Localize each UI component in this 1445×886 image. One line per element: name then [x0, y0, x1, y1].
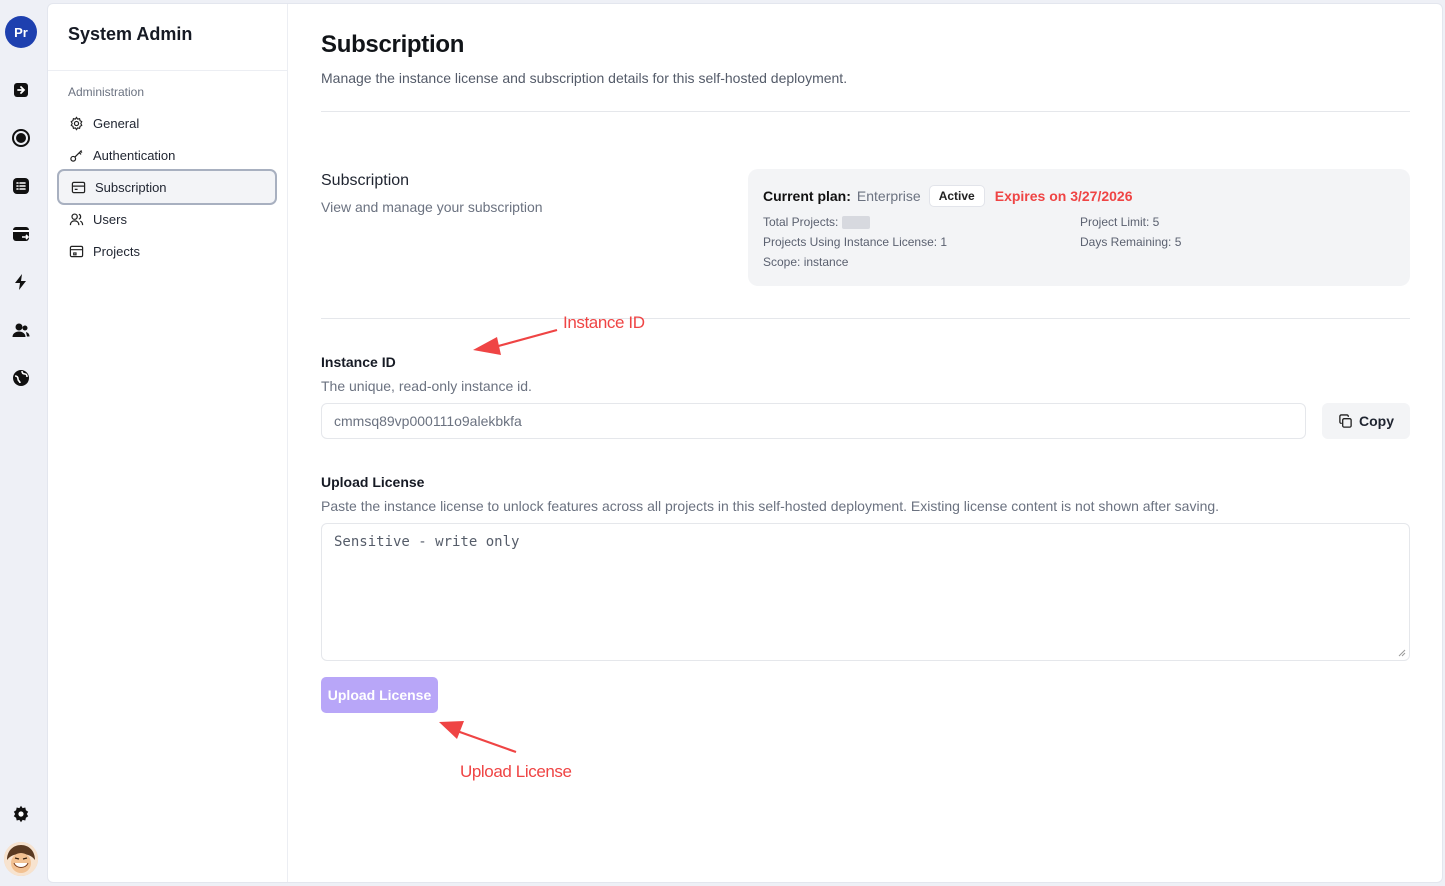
- sidebar-title: System Admin: [68, 24, 193, 44]
- sidebar-item-authentication[interactable]: Authentication: [57, 137, 277, 173]
- sidebar-item-label: Authentication: [93, 147, 176, 163]
- arrow-upload-license-icon: [439, 721, 517, 754]
- subscription-section-description: View and manage your subscription: [321, 199, 543, 215]
- sidebar-item-label: Subscription: [95, 179, 167, 195]
- instance-id-description: The unique, read-only instance id.: [321, 378, 532, 394]
- export-icon[interactable]: [9, 222, 33, 246]
- page-title: Subscription: [321, 31, 465, 58]
- instance-id-field[interactable]: cmmsq89vp000111o9alekbkfa: [321, 403, 1306, 439]
- instance-id-value: cmmsq89vp000111o9alekbkfa: [334, 413, 522, 429]
- bolt-icon[interactable]: [9, 270, 33, 294]
- app-rail: Pr: [0, 0, 47, 886]
- sidebar-item-label: Users: [93, 211, 127, 227]
- divider: [321, 111, 1410, 112]
- sidebar-item-label: Projects: [93, 243, 140, 259]
- status-badge: Active: [928, 185, 985, 207]
- upload-license-description: Paste the instance license to unlock fea…: [321, 498, 1220, 514]
- sidebar-item-label: General: [93, 115, 140, 131]
- sidebar-item-subscription[interactable]: Subscription: [57, 169, 277, 205]
- page-description: Manage the instance license and subscrip…: [321, 70, 848, 86]
- sidebar-item-general[interactable]: General: [57, 105, 277, 141]
- globe-icon[interactable]: [9, 366, 33, 390]
- redacted-value: [841, 216, 870, 230]
- divider: [321, 318, 1410, 319]
- sidebar-section-label: Administration: [68, 85, 145, 99]
- copy-button[interactable]: Copy: [1322, 403, 1410, 439]
- plan-row: Current plan: Enterprise Active Expires …: [763, 185, 1133, 207]
- card-icon: [71, 181, 86, 193]
- admin-sidebar: System Admin Administration General Auth…: [48, 4, 288, 882]
- annotation-arrows: [439, 328, 558, 754]
- license-placeholder: Sensitive - write only: [334, 534, 520, 550]
- key-icon: [70, 149, 83, 162]
- instance-id-label: Instance ID: [321, 354, 396, 370]
- resize-handle-icon[interactable]: [1398, 649, 1406, 657]
- total-projects-label: Total Projects:: [763, 215, 839, 229]
- plan-card: Current plan: Enterprise Active Expires …: [748, 169, 1410, 286]
- license-textarea[interactable]: Sensitive - write only: [321, 523, 1410, 661]
- total-projects-stat: Total Projects:: [763, 215, 870, 230]
- users-icon: [69, 212, 84, 225]
- upload-license-button[interactable]: Upload License: [321, 677, 438, 713]
- copy-icon: [1339, 413, 1352, 428]
- import-icon[interactable]: [9, 78, 33, 102]
- expiry-text: Expires on 3/27/2026: [994, 188, 1133, 204]
- annotation-instance-id: Instance ID: [563, 313, 645, 332]
- folder-icon: [69, 245, 84, 257]
- annotation-upload-license: Upload License: [460, 762, 572, 781]
- arrow-instance-id-icon: [473, 328, 558, 355]
- days-remaining-stat: Days Remaining: 5: [1080, 235, 1182, 249]
- list-icon[interactable]: [9, 174, 33, 198]
- project-limit-stat: Project Limit: 5: [1080, 215, 1160, 229]
- sidebar-item-projects[interactable]: Projects: [57, 233, 277, 269]
- workspace-avatar[interactable]: Pr: [5, 16, 37, 48]
- gear-icon: [70, 115, 83, 131]
- record-icon[interactable]: [9, 126, 33, 150]
- team-icon[interactable]: [9, 318, 33, 342]
- plan-label: Current plan:: [763, 188, 851, 204]
- sidebar-item-users[interactable]: Users: [57, 201, 277, 237]
- gear-icon[interactable]: [9, 802, 33, 826]
- scope-stat: Scope: instance: [763, 255, 849, 269]
- main-content: Subscription Manage the instance license…: [321, 4, 1410, 882]
- user-avatar[interactable]: [4, 842, 38, 876]
- sidebar-divider: [48, 70, 287, 71]
- projects-using-license-stat: Projects Using Instance License: 1: [763, 235, 948, 249]
- content-frame: System Admin Administration General Auth…: [47, 3, 1443, 883]
- plan-value: Enterprise: [856, 188, 921, 204]
- copy-button-label: Copy: [1359, 413, 1394, 429]
- upload-license-label: Upload License: [321, 474, 425, 490]
- subscription-section-title: Subscription: [321, 172, 410, 189]
